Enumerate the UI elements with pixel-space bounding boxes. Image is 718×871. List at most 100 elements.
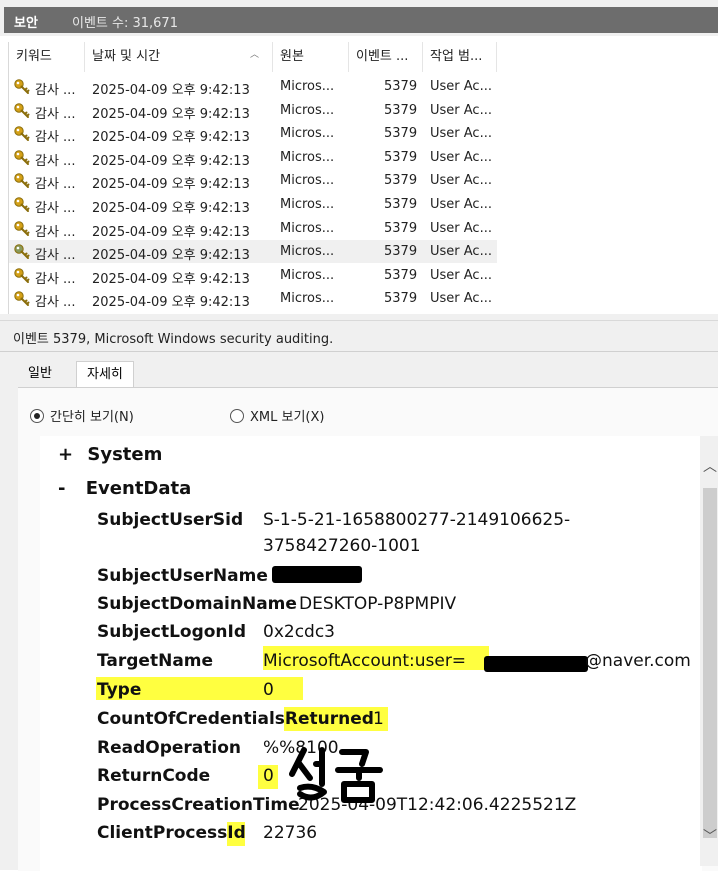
cell-task: User Ac... (430, 197, 492, 212)
field-key-readoperation: ReadOperation (97, 738, 242, 758)
scroll-thumb[interactable] (703, 488, 717, 838)
cell-source: Micros... (280, 126, 335, 142)
cell-event-id: 5379 (384, 244, 418, 260)
cell-keyword: 감사 ... (35, 83, 76, 98)
list-header: 키워드 날짜 및 시간 ︿ 원본 이벤트 ... 작업 범... (9, 42, 499, 72)
field-value-subjectusersid-cont: 3758427260-1001 (263, 536, 421, 556)
key-icon (14, 268, 30, 283)
scroll-down-icon[interactable]: ﹀ (703, 826, 717, 846)
table-row[interactable]: 감사 ... 2025-04-09 오후 9:42:13 Micros... 5379… (9, 122, 497, 145)
field-key-subjectlogonid: SubjectLogonId (97, 622, 247, 642)
cell-source: Micros... (280, 220, 335, 236)
xml-view-radio[interactable]: XML 보기(X) (230, 406, 324, 425)
field-value-subjectlogonid: 0x2cdc3 (263, 622, 335, 642)
cell-source: Micros... (280, 267, 335, 283)
eventdata-node[interactable]: - EventData (58, 478, 191, 499)
table-row[interactable]: 감사 ... 2025-04-09 오후 9:42:13 Micros... 5379… (9, 240, 497, 264)
cell-datetime: 2025-04-09 오후 9:42:13 (92, 248, 250, 264)
cell-event-id: 5379 (384, 197, 418, 212)
field-key-type: Type (97, 680, 142, 700)
table-row[interactable]: 감사 ... 2025-04-09 오후 9:42:13 Micros... 5379… (9, 287, 497, 310)
expand-toggle[interactable]: + (58, 444, 73, 465)
log-name: 보안 (14, 16, 38, 31)
field-key-returncode: ReturnCode (97, 766, 211, 786)
column-keyword[interactable]: 키워드 (9, 42, 85, 72)
field-key-processcreationtime: ProcessCreationTime (97, 795, 300, 815)
column-task-category[interactable]: 작업 범... (423, 42, 497, 72)
cell-task: User Ac... (430, 220, 492, 236)
cell-event-id: 5379 (384, 149, 418, 165)
radio-unchecked-icon (230, 409, 244, 423)
cell-task: User Ac... (430, 267, 492, 283)
redaction-mark (272, 566, 362, 583)
cell-event-id: 5379 (384, 220, 418, 236)
tab-details[interactable]: 자세히 (76, 361, 134, 390)
field-key-subjectusername: SubjectUserName (97, 566, 268, 586)
key-icon (14, 220, 30, 236)
cell-source: Micros... (280, 102, 335, 118)
field-value-subjectdomainname: DESKTOP-P8PMPIV (299, 594, 457, 614)
cell-keyword: 감사 ... (35, 224, 76, 240)
table-row[interactable]: 감사 ... 2025-04-09 오후 9:42:13 Micros... 5379… (9, 146, 497, 169)
key-icon (14, 244, 30, 260)
cell-event-id: 5379 (384, 79, 418, 94)
cell-source: Micros... (280, 291, 335, 307)
cell-event-id: 5379 (384, 291, 418, 307)
table-row[interactable]: 감사 ... 2025-04-09 오후 9:42:13 Micros... 5379… (9, 193, 497, 216)
table-row[interactable]: 감사 ... 2025-04-09 오후 9:42:13 Micros... 5379… (9, 217, 497, 240)
scroll-up-icon[interactable]: ︿ (703, 456, 717, 476)
column-event-id[interactable]: 이벤트 ... (349, 42, 423, 72)
divider (0, 351, 718, 352)
cell-datetime: 2025-04-09 오후 9:42:13 (92, 83, 250, 98)
cell-datetime: 2025-04-09 오후 9:42:13 (92, 153, 250, 169)
redaction-mark (484, 656, 588, 672)
field-value-targetname-suffix: @naver.com (585, 651, 691, 671)
cell-event-id: 5379 (384, 267, 418, 283)
column-datetime[interactable]: 날짜 및 시간 ︿ (85, 42, 273, 72)
field-value-returncode: 0 (263, 766, 274, 786)
friendly-view-radio[interactable]: 간단히 보기(N) (30, 406, 134, 425)
field-value-subjectusersid: S-1-5-21-1658800277-2149106625- (263, 510, 571, 530)
cell-datetime: 2025-04-09 오후 9:42:13 (92, 177, 250, 193)
field-key-subjectdomainname: SubjectDomainName (97, 594, 297, 614)
cell-task: User Ac... (430, 102, 492, 118)
cell-source: Micros... (280, 149, 335, 165)
cell-event-id: 5379 (384, 173, 418, 189)
cell-task: User Ac... (430, 244, 492, 260)
handwritten-annotation-success (289, 747, 383, 803)
tab-general[interactable]: 일반 (18, 361, 62, 387)
cell-keyword: 감사 ... (35, 201, 76, 216)
event-count: 이벤트 수: 31,671 (72, 16, 178, 31)
field-key-subjectusersid: SubjectUserSid (97, 510, 244, 530)
table-row[interactable]: 감사 ... 2025-04-09 오후 9:42:13 Micros... 5379… (9, 75, 497, 98)
collapse-toggle[interactable]: - (58, 478, 65, 499)
cell-task: User Ac... (430, 79, 492, 94)
table-row[interactable]: 감사 ... 2025-04-09 오후 9:42:13 Micros... 5379… (9, 264, 497, 287)
field-key-countofcredentialsreturned: CountOfCredentialsReturned (97, 709, 374, 729)
radio-checked-icon (30, 409, 44, 423)
system-node[interactable]: + System (58, 444, 162, 465)
cell-datetime: 2025-04-09 오후 9:42:13 (92, 106, 250, 122)
detail-scrollbar[interactable]: ︿ ﹀ (700, 436, 718, 866)
key-icon (14, 150, 30, 165)
column-source[interactable]: 원본 (273, 42, 349, 72)
field-value-targetname-prefix: MicrosoftAccount:user= (263, 651, 467, 671)
field-key-targetname: TargetName (97, 651, 214, 671)
cell-source: Micros... (280, 197, 335, 212)
cell-source: Micros... (280, 173, 335, 189)
cell-datetime: 2025-04-09 오후 9:42:13 (92, 130, 250, 146)
field-key-clientprocessid: ClientProcessId (97, 823, 246, 843)
key-icon (14, 291, 30, 307)
cell-keyword: 감사 ... (35, 177, 76, 193)
window-titlebar: 보안 이벤트 수: 31,671 (0, 0, 718, 36)
table-row[interactable]: 감사 ... 2025-04-09 오후 9:42:13 Micros... 5379… (9, 169, 497, 192)
key-icon (14, 79, 30, 94)
table-row[interactable]: 감사 ... 2025-04-09 오후 9:42:13 Micros... 5379… (9, 99, 497, 122)
cell-task: User Ac... (430, 291, 492, 307)
key-icon (14, 102, 30, 118)
cell-keyword: 감사 ... (35, 295, 76, 311)
log-title-bar: 보안 이벤트 수: 31,671 (4, 7, 718, 33)
event-list[interactable]: 키워드 날짜 및 시간 ︿ 원본 이벤트 ... 작업 범... 감사 ... 20… (8, 42, 718, 314)
cell-datetime: 2025-04-09 오후 9:42:13 (92, 295, 250, 311)
field-value-clientprocessid: 22736 (263, 823, 318, 843)
